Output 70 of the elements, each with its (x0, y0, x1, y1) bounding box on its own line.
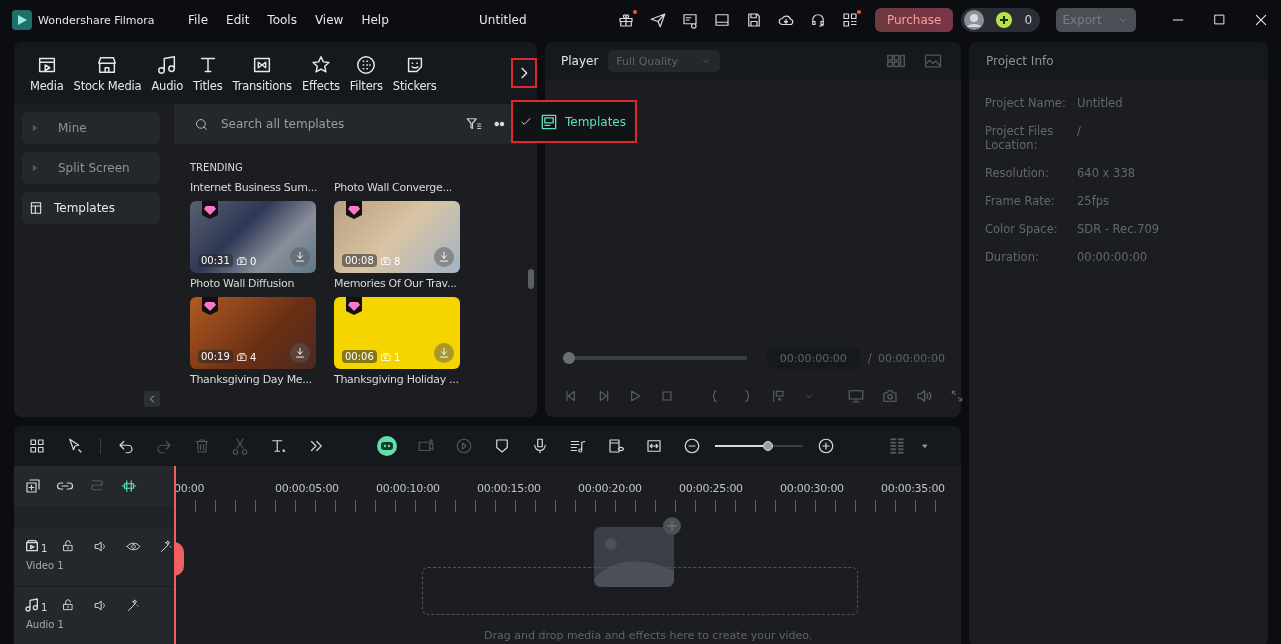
media-tab[interactable]: Media (26, 53, 68, 93)
track-number: 1 (41, 543, 48, 554)
drop-hint: Drag and drop media and effects here to create your video. (484, 629, 813, 642)
template-title[interactable]: Thanksgiving Day Me... (190, 373, 330, 387)
thumbnail-placeholder[interactable]: 00:19 4 (190, 297, 316, 369)
ruler-label: 00:00:35:00 (881, 482, 946, 497)
ruler-label: 00:00:10:00 (376, 482, 441, 497)
template-title[interactable]: Internet Business Sum... (190, 181, 330, 195)
field-label: Resolution: (985, 166, 1050, 180)
duration-label: 00:19 (198, 350, 233, 363)
ruler-label: 00:00:30:00 (780, 482, 845, 497)
menu-item[interactable]: Templates (513, 111, 626, 132)
sidebar-item[interactable]: Split Screen (22, 152, 160, 184)
app-name: Wondershare Filmora (38, 13, 155, 27)
template-title[interactable]: Thanksgiving Holiday ... (334, 373, 474, 387)
track-name: Video 1 (26, 560, 65, 571)
total-time: 00:00:00:00 (877, 351, 945, 365)
clip-count: 1 (394, 351, 401, 363)
menu-item[interactable]: File (188, 13, 209, 27)
window-title: Untitled (479, 13, 527, 27)
sidebar-item[interactable]: Mine (22, 112, 160, 144)
clip-count: 8 (394, 255, 401, 267)
track-name: Audio 1 (26, 619, 65, 630)
media-tab[interactable]: Titles (189, 53, 227, 93)
track-number: 1 (41, 602, 48, 613)
field-value: 00:00:00:00 (1077, 250, 1149, 264)
media-tab[interactable]: Effects (297, 53, 344, 93)
menu-item[interactable]: Tools (267, 13, 297, 27)
clip-count: 0 (250, 255, 257, 267)
media-tab[interactable]: Stickers (388, 53, 441, 93)
field-label: Color Space: (985, 222, 1059, 236)
ruler-label: 00:00:05:00 (275, 482, 340, 497)
field-value: SDR - Rec.709 (1077, 222, 1161, 236)
media-tab[interactable]: Audio (147, 53, 188, 93)
duration-label: 00:08 (342, 254, 377, 267)
sidebar-item[interactable]: Templates (22, 192, 160, 224)
purchase-button[interactable]: Purchase (874, 8, 954, 32)
player-label: Player (561, 54, 599, 68)
clip-count: 4 (250, 351, 257, 363)
template-title[interactable]: Photo Wall Converge... (334, 181, 474, 195)
media-tab[interactable]: Filters (345, 53, 387, 93)
field-value: Untitled (1077, 96, 1124, 110)
credit-count: 0 (1024, 13, 1032, 27)
field-value: / (1077, 124, 1082, 140)
ruler-label: 00:00:15:00 (477, 482, 542, 497)
thumbnail-placeholder[interactable]: 00:08 8 (334, 201, 460, 273)
field-label: Duration: (985, 250, 1040, 264)
duration-label: 00:06 (342, 350, 377, 363)
time-separator: / (867, 351, 872, 365)
thumbnail-placeholder[interactable]: 00:06 1 (334, 297, 460, 369)
panel-title: Project Info (969, 42, 1268, 80)
template-title[interactable]: Photo Wall Diffusion (190, 277, 330, 291)
thumbnail-placeholder[interactable]: 00:31 0 (190, 201, 316, 273)
field-label: Project Files Location: (985, 124, 1055, 152)
duration-label: 00:31 (198, 254, 233, 267)
template-title[interactable]: Memories Of Our Trav... (334, 277, 474, 291)
media-tab[interactable]: Stock Media (69, 53, 146, 93)
menu-item[interactable]: Edit (226, 13, 250, 27)
section-title: TRENDING (190, 162, 244, 173)
field-value: 25fps (1077, 194, 1110, 208)
ruler-label: 00:00:25:00 (679, 482, 744, 497)
account-pill[interactable]: 0 (961, 8, 1040, 32)
menu-item[interactable]: View (314, 13, 344, 27)
current-time: 00:00:00:00 (766, 347, 860, 369)
media-tab[interactable]: Transitions (228, 53, 296, 93)
field-label: Frame Rate: (985, 194, 1056, 208)
field-value: 640 x 338 (1077, 166, 1137, 180)
menu-item[interactable]: Help (361, 13, 389, 27)
ruler-label: 00:00:20:00 (578, 482, 643, 497)
field-label: Project Name: (985, 96, 1067, 110)
